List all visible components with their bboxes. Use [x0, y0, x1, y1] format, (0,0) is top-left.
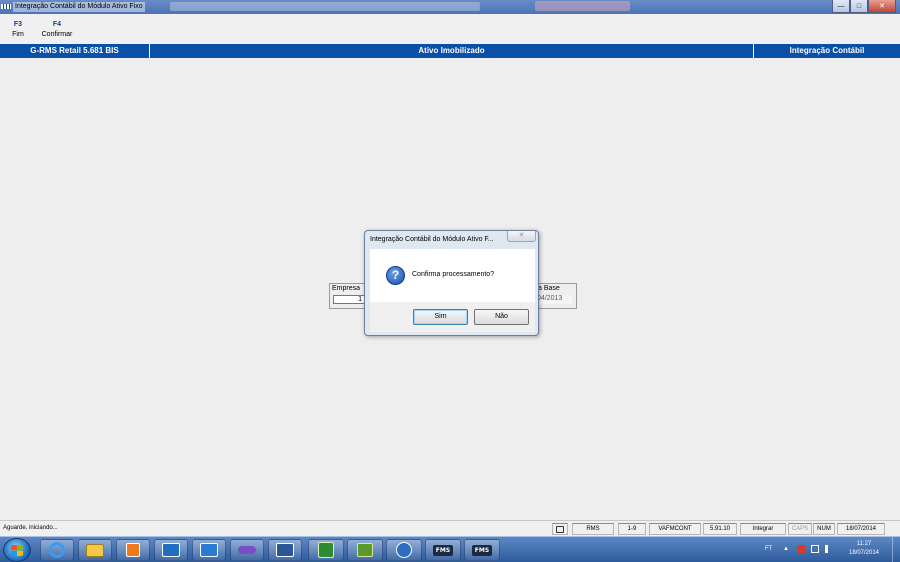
- dialog-body: ? Confirma processamento?: [370, 249, 535, 302]
- status-date: 18/07/2014: [837, 523, 885, 535]
- status-range: 1-9: [618, 523, 646, 535]
- clock-date: 18/07/2014: [848, 550, 880, 556]
- media-player-icon[interactable]: [116, 539, 150, 561]
- system-tray: FT ▲ 11:27 18/07/2014: [755, 537, 900, 562]
- clock-time: 11:27: [856, 541, 872, 547]
- toolbar: F3 Fim F4 Confirmar: [0, 14, 900, 44]
- show-desktop-button[interactable]: [892, 537, 900, 562]
- flag-icon[interactable]: [797, 545, 805, 553]
- internet-explorer-icon[interactable]: [40, 539, 74, 561]
- word-icon[interactable]: [268, 539, 302, 561]
- app-icon[interactable]: [230, 539, 264, 561]
- window-controls: — □ ✕: [832, 0, 896, 13]
- app-plus-icon[interactable]: [308, 539, 344, 561]
- confirm-dialog: Integração Contábil do Módulo Ativo F...…: [364, 230, 539, 336]
- empresa-label: Empresa: [332, 285, 361, 292]
- outlook-icon[interactable]: [154, 539, 188, 561]
- minimize-button[interactable]: —: [832, 0, 850, 13]
- status-program: VAFMCONT: [649, 523, 701, 535]
- exit-button[interactable]: F3 Fim: [10, 20, 26, 40]
- dialog-title: Integração Contábil do Módulo Ativo F...: [370, 236, 494, 243]
- app-icon: [1, 4, 11, 9]
- window-titlebar[interactable]: Integração Contábil do Módulo Ativo Fixo…: [0, 0, 900, 14]
- network-icon[interactable]: [811, 545, 819, 553]
- titlebar-background-window: [170, 2, 480, 11]
- data-base-group: a Base /04/2013: [535, 283, 577, 309]
- empresa-group: Empresa 1: [329, 283, 369, 309]
- app-globe-icon[interactable]: [386, 539, 422, 561]
- question-icon: ?: [386, 266, 405, 285]
- status-mode: Integrar: [740, 523, 786, 535]
- function-name: Integração Contábil: [789, 46, 865, 55]
- shortcut-key: F4: [52, 21, 62, 28]
- tool-label: Confirmar: [41, 31, 73, 38]
- fms-label: FMS: [432, 544, 454, 556]
- start-button[interactable]: [3, 538, 31, 562]
- system-name: G-RMS Retail 5.681 BIS: [0, 44, 150, 58]
- window-title: Integração Contábil do Módulo Ativo Fixo: [13, 2, 145, 12]
- printer-icon[interactable]: [552, 523, 568, 535]
- fms-app-button[interactable]: FMS: [425, 539, 461, 561]
- no-button[interactable]: Não: [474, 309, 529, 325]
- status-version: 5.91.10: [703, 523, 737, 535]
- titlebar-background-window: [535, 1, 630, 11]
- language-indicator[interactable]: FT: [765, 546, 772, 552]
- empresa-field[interactable]: 1: [333, 295, 365, 304]
- volume-icon[interactable]: [825, 545, 833, 553]
- windows-logo-icon: [11, 545, 23, 556]
- show-hidden-icons-button[interactable]: ▲: [783, 546, 789, 552]
- close-button[interactable]: ✕: [868, 0, 896, 13]
- data-base-field[interactable]: /04/2013: [535, 295, 572, 304]
- clock[interactable]: 11:27 18/07/2014: [845, 540, 883, 558]
- maximize-button[interactable]: □: [850, 0, 868, 13]
- taskbar: FMS FMS FT ▲ 11:27 18/07/2014: [0, 536, 900, 562]
- data-base-label: a Base: [538, 285, 560, 292]
- fms-label: FMS: [471, 544, 493, 556]
- lync-icon[interactable]: [192, 539, 226, 561]
- shortcut-key: F3: [13, 21, 23, 28]
- confirm-button[interactable]: F4 Confirmar: [38, 20, 76, 40]
- module-name: Ativo Imobilizado: [150, 44, 754, 58]
- fms-app-button[interactable]: FMS: [464, 539, 500, 561]
- status-num: NUM: [813, 523, 835, 535]
- status-system: RMS: [572, 523, 614, 535]
- status-caps: CAPS: [788, 523, 812, 535]
- app-green-icon[interactable]: [347, 539, 383, 561]
- dialog-footer: Sim Não: [370, 302, 535, 332]
- module-header: G-RMS Retail 5.681 BIS Ativo Imobilizado…: [0, 44, 900, 58]
- tool-label: Fim: [12, 31, 24, 38]
- status-bar: Aguarde, iniciando... RMS 1-9 VAFMCONT 5…: [0, 520, 900, 536]
- dialog-close-button[interactable]: ✕: [507, 231, 536, 242]
- yes-button[interactable]: Sim: [413, 309, 468, 325]
- dialog-message: Confirma processamento?: [412, 271, 495, 278]
- file-explorer-icon[interactable]: [78, 539, 112, 561]
- status-message: Aguarde, iniciando...: [3, 525, 58, 531]
